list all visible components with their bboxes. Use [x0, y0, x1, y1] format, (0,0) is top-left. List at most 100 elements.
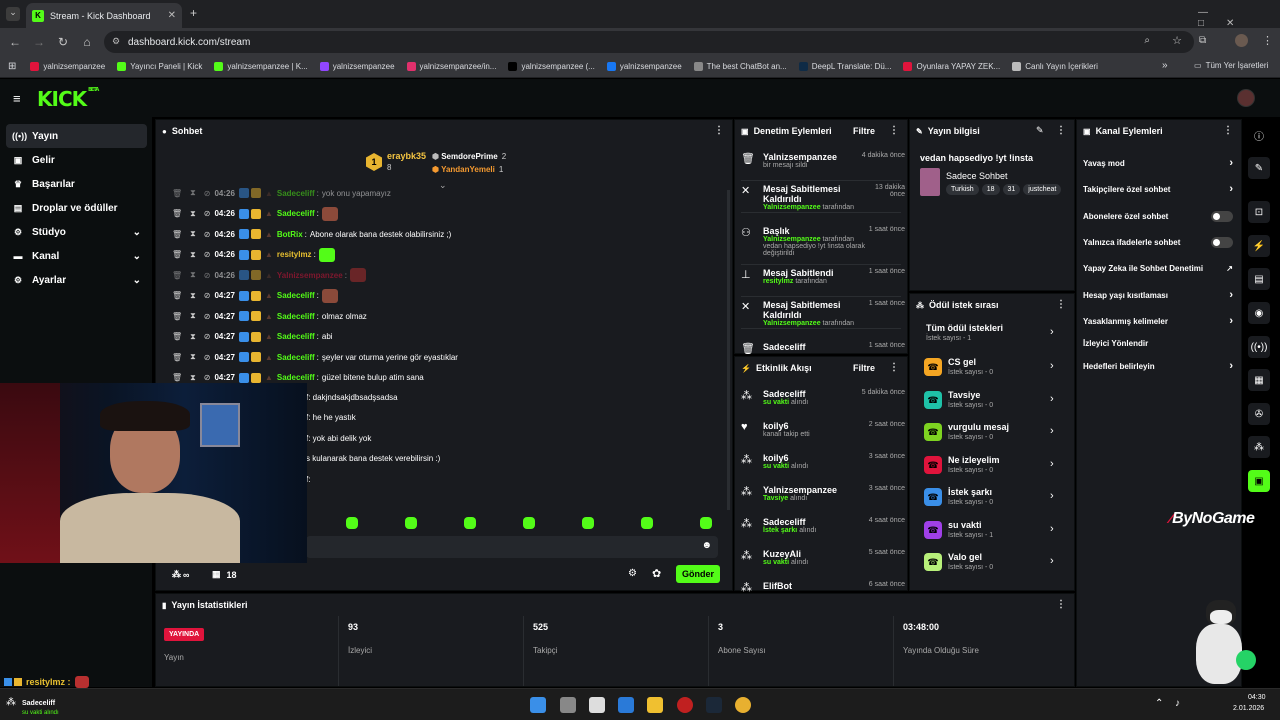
message-username[interactable]: Sadeceliff	[277, 332, 315, 341]
delete-message-icon[interactable]: 🗑	[172, 312, 182, 321]
info-icon[interactable]: ⓘ	[1248, 124, 1270, 146]
chat-message[interactable]: 🗑 ⧗ ⊘ 04:26 ▲ Sadeceliff: yok onu yapamayız	[172, 186, 391, 200]
site-info-icon[interactable]: ⚙	[112, 36, 120, 47]
all-rewards-item[interactable]: Tüm ödül istekleri İstek sayısı - 1 ›	[924, 322, 1074, 350]
timeout-icon[interactable]: ⧗	[190, 188, 196, 198]
channel-action-item[interactable]: Yasaklanmış kelimeler ›	[1083, 314, 1233, 328]
activity-item[interactable]: ⁂ KuzeyAli su vakti alındı 5 saat önce	[741, 549, 905, 566]
channel-actions-menu-icon[interactable]: ⋮	[1223, 125, 1233, 136]
delete-message-icon[interactable]: 🗑	[172, 209, 182, 218]
bookmark-item[interactable]: yalnizsempanzee | K...	[214, 62, 308, 71]
sidebar-item-gelir[interactable]: ▣ Gelir	[6, 148, 147, 172]
tab-list-icon[interactable]: ⌄	[6, 7, 20, 21]
reward-item[interactable]: ☎ Tavsiye İstek sayısı - 0 ›	[924, 389, 1074, 417]
stream-info-menu-icon[interactable]: ⋮	[1056, 125, 1066, 136]
bookmark-item[interactable]: yalnizsempanzee (...	[508, 62, 595, 71]
delete-message-icon[interactable]: 🗑	[172, 291, 182, 300]
bookmark-item[interactable]: yalnizsempanzee	[606, 62, 682, 71]
message-username[interactable]: Sadeceliff	[277, 209, 315, 218]
activity-item[interactable]: ⁂ Sadeceliff İstek şarkı alındı 4 saat önce	[741, 517, 905, 534]
camera-icon[interactable]: ⊡	[1248, 201, 1270, 223]
clock-time[interactable]: 04:30	[1248, 694, 1266, 701]
bookmark-item[interactable]: The best ChatBot an...	[693, 62, 787, 71]
sidebar-item-basarilar[interactable]: ♛ Başarılar	[6, 172, 147, 196]
toggle-switch[interactable]	[1211, 236, 1233, 248]
activity-item[interactable]: ⁂ koily6 su vakti alındı 3 saat önce	[741, 453, 905, 470]
activity-menu-icon[interactable]: ⋮	[889, 362, 899, 373]
kick-app-icon[interactable]: ▣	[1248, 470, 1270, 492]
photos-icon[interactable]	[618, 697, 634, 713]
bookmark-star-icon[interactable]: ☆	[1172, 34, 1182, 47]
stats-menu-icon[interactable]: ⋮	[1056, 599, 1066, 610]
message-username[interactable]: Sadeceliff	[277, 291, 315, 300]
timeout-icon[interactable]: ⧗	[190, 250, 196, 260]
chat-message[interactable]: 🗑 ⧗ ⊘ 04:26 ▲ Yalnizsempanzee:	[172, 268, 366, 282]
chat-bubble-icon[interactable]: ◉	[1248, 302, 1270, 324]
message-username[interactable]: Sadeceliff	[277, 189, 315, 198]
moderation-item[interactable]: 🗑 Yalnizsempanzee bir mesajı sildi 4 dakika…	[741, 152, 905, 181]
delete-message-icon[interactable]: 🗑	[172, 230, 182, 239]
chat-message[interactable]: 🗑 ⧗ ⊘ 04:26 ▲ resitylmz:	[172, 247, 335, 262]
channel-action-item[interactable]: Takipçilere özel sohbet ›	[1083, 182, 1233, 196]
activity-item[interactable]: ⁂ ElifBot 6 saat önce	[741, 581, 905, 594]
stream-tag[interactable]: Turkish	[946, 184, 979, 195]
stream-info-icon[interactable]: ▦	[1248, 369, 1270, 391]
category-name[interactable]: Sadece Sohbet	[946, 171, 1008, 181]
profile-avatar[interactable]	[1235, 34, 1248, 47]
timeout-icon[interactable]: ⧗	[190, 229, 196, 239]
document-icon[interactable]: ▤	[1248, 268, 1270, 290]
toggle-switch[interactable]	[1211, 210, 1233, 222]
forward-icon[interactable]: →	[27, 35, 51, 49]
activity-item[interactable]: ⁂ Sadeceliff su vakti alındı 5 dakika önce	[741, 389, 905, 406]
bookmark-item[interactable]: yalnizsempanzee/in...	[406, 62, 496, 71]
channel-action-item[interactable]: Hesap yaşı kısıtlaması ›	[1083, 288, 1233, 302]
apps-grid-icon[interactable]: ⊞	[8, 61, 16, 72]
channel-action-item[interactable]: Yavaş mod ›	[1083, 156, 1233, 170]
emote-icon[interactable]	[582, 517, 594, 529]
chat-menu-icon[interactable]: ⋮	[714, 125, 724, 136]
chat-settings-icon[interactable]: ⚙	[628, 568, 637, 579]
chat-message[interactable]: 🗑 ⧗ ⊘ 04:27 ▲ Sadeceliff: abi	[172, 330, 333, 344]
user-avatar[interactable]	[1237, 89, 1255, 107]
ban-icon[interactable]: ⊘	[204, 312, 211, 321]
bookmark-item[interactable]: Canlı Yayın İçerikleri	[1012, 62, 1098, 71]
timeout-icon[interactable]: ⧗	[190, 270, 196, 280]
edit-icon[interactable]: ✎	[1036, 125, 1044, 136]
viewer-limit[interactable]: ⁂ ∞	[172, 569, 189, 580]
chat-scrollbar[interactable]	[727, 190, 730, 510]
sidebar-item-droplar[interactable]: ▤ Droplar ve ödüller	[6, 196, 147, 220]
moderation-item[interactable]: ✕ Mesaj Sabitlemesi Kaldırıldı Yalnizsempa…	[741, 300, 905, 329]
edit-layout-icon[interactable]: ✎	[1248, 157, 1270, 179]
extensions-icon[interactable]: ⧉	[1199, 35, 1206, 46]
home-icon[interactable]: ⌂	[75, 35, 99, 49]
ban-icon[interactable]: ⊘	[204, 189, 211, 198]
activity-item[interactable]: ♥ koily6 kanalı takip etti 2 saat önce	[741, 421, 905, 438]
all-bookmarks[interactable]: ▭ Tüm Yer İşaretleri	[1194, 61, 1268, 70]
app-icon[interactable]	[589, 697, 605, 713]
ban-icon[interactable]: ⊘	[204, 373, 211, 382]
close-tab-icon[interactable]: ✕	[168, 10, 176, 21]
delete-message-icon[interactable]: 🗑	[172, 373, 182, 382]
chat-message-partial[interactable]: f: dakjndsakjdbsadşsadsa	[306, 390, 398, 404]
kick-logo[interactable]: KICK BETA	[37, 87, 99, 111]
sidebar-item-ayarlar[interactable]: ⚙ Ayarlar ⌄	[6, 268, 147, 292]
leaderboard-expand-icon[interactable]: ⌄	[439, 180, 447, 191]
emote-icon[interactable]	[641, 517, 653, 529]
ban-icon[interactable]: ⊘	[204, 209, 211, 218]
moderation-item[interactable]: ⊥ Mesaj Sabitlendi resitylmz tarafından 1 s…	[741, 268, 905, 297]
reward-item[interactable]: ☎ su vakti İstek sayısı - 1 ›	[924, 519, 1074, 547]
sidebar-item-yayin[interactable]: ((•)) Yayın	[6, 124, 147, 148]
app-icon[interactable]	[677, 697, 693, 713]
slow-mode-count[interactable]: ▦ 18	[212, 569, 237, 580]
reward-queue-menu-icon[interactable]: ⋮	[1056, 299, 1066, 310]
bookmark-item[interactable]: Yayıncı Paneli | Kick	[117, 62, 202, 71]
chat-message[interactable]: 🗑 ⧗ ⊘ 04:26 ▲ BotRix: Abone olarak bana destek…	[172, 227, 451, 241]
window-controls[interactable]: —□✕	[1198, 7, 1280, 29]
ban-icon[interactable]: ⊘	[204, 230, 211, 239]
reward-item[interactable]: ☎ Valo gel İstek sayısı - 0 ›	[924, 551, 1074, 579]
ban-icon[interactable]: ⊘	[204, 271, 211, 280]
bookmark-item[interactable]: Oyunlara YAPAY ZEK...	[903, 62, 1000, 71]
back-icon[interactable]: ←	[3, 35, 27, 49]
clock-date[interactable]: 2.01.2026	[1233, 705, 1264, 712]
bookmark-item[interactable]: yalnizsempanzee	[319, 62, 395, 71]
